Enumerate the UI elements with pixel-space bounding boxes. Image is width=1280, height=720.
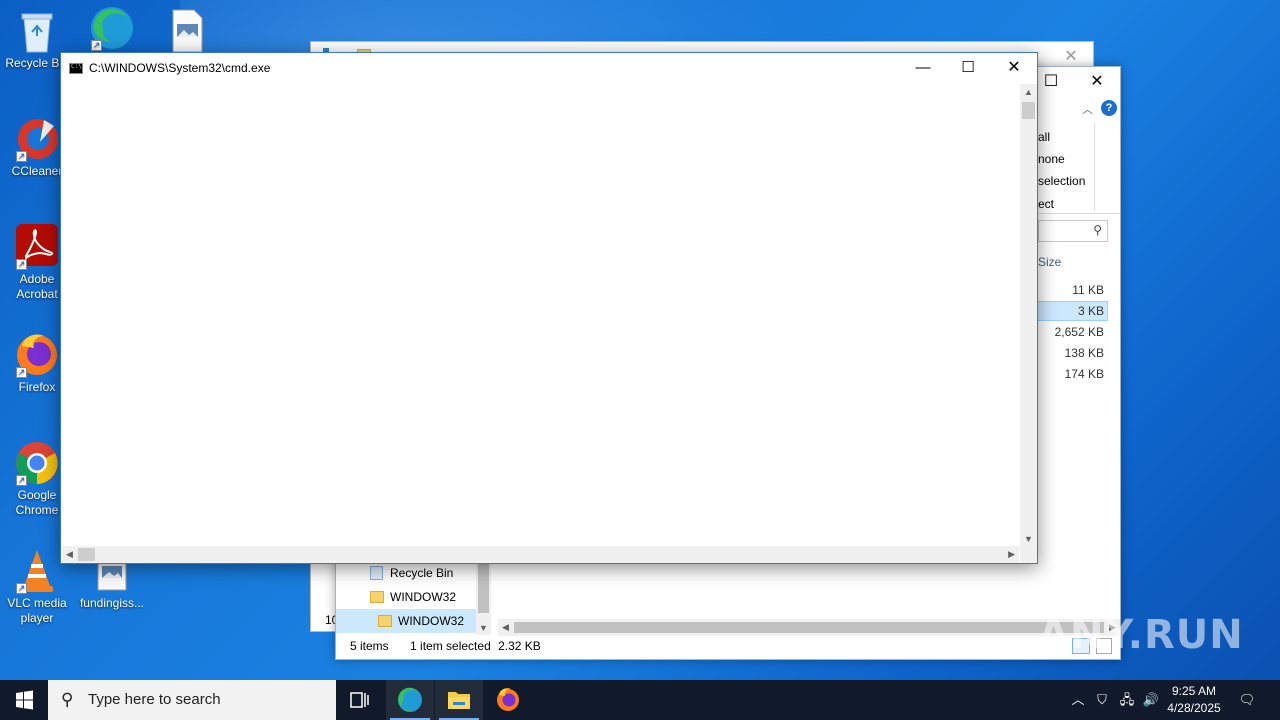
desktop-icon-image-file[interactable] xyxy=(150,8,224,56)
maximize-button[interactable]: ☐ xyxy=(945,53,991,84)
ribbon-collapse-chevron-icon[interactable]: ︿ xyxy=(1082,101,1093,117)
nav-item-window32[interactable]: WINDOW32 xyxy=(336,585,476,609)
shortcut-arrow-icon: ↗ xyxy=(16,151,27,162)
scroll-down-arrow-icon[interactable]: ▼ xyxy=(1024,534,1033,544)
shortcut-arrow-icon: ↗ xyxy=(91,40,102,51)
cmd-vertical-scrollbar[interactable]: ▲ ▼ xyxy=(1020,84,1037,546)
shortcut-arrow-icon: ↗ xyxy=(16,367,27,378)
cmd-horizontal-scrollbar[interactable]: ◀ ▶ xyxy=(62,546,1019,563)
firefox-icon xyxy=(497,688,519,711)
task-view-button[interactable] xyxy=(336,680,384,720)
scroll-left-arrow-icon[interactable]: ◀ xyxy=(502,622,509,633)
nav-scroll-thumb[interactable] xyxy=(478,561,489,613)
ribbon-divider xyxy=(1094,123,1095,211)
cmd-title-bar[interactable]: C:\WINDOWS\System32\cmd.exe — ☐ ✕ xyxy=(61,53,1037,84)
desktop-icon-funding-file[interactable]: fundingiss... xyxy=(75,556,149,611)
desktop-icon-label: VLC media player xyxy=(7,596,67,625)
close-button[interactable]: ✕ xyxy=(991,53,1037,84)
desktop-icon-label: fundingiss... xyxy=(79,596,145,610)
cmd-scroll-corner xyxy=(1020,546,1037,563)
clock-date: 4/28/2025 xyxy=(1167,701,1221,715)
cmd-vscroll-thumb[interactable] xyxy=(1022,102,1035,119)
close-button[interactable]: ✕ xyxy=(1074,67,1120,97)
taskbar-search-box[interactable]: ⚲ Type here to search xyxy=(48,680,336,720)
status-selected-size: 2.32 KB xyxy=(498,639,541,653)
vlc-icon: ↗ xyxy=(14,548,60,594)
nav-pane[interactable]: Recycle Bin WINDOW32 WINDOW32 ▼ xyxy=(336,561,491,635)
ribbon-invert-selection[interactable]: selection xyxy=(1038,174,1085,188)
windows-logo-icon xyxy=(16,690,33,710)
security-tray-icon[interactable]: ⛉ xyxy=(1092,680,1112,720)
scroll-left-arrow-icon[interactable]: ◀ xyxy=(66,549,73,560)
taskbar: ⚲ Type here to search ︿ ⛉ 🖧 🔊 9:25 AM 4/… xyxy=(0,680,1280,720)
recycle-bin-icon xyxy=(14,8,60,54)
show-hidden-icons-chevron-icon[interactable]: ︿ xyxy=(1068,680,1088,720)
notification-center-icon[interactable]: 🗨 xyxy=(1234,680,1260,720)
cmd-app-icon xyxy=(69,63,83,74)
search-box[interactable]: ⚲ xyxy=(1038,220,1108,242)
start-button[interactable] xyxy=(0,680,48,720)
recycle-bin-icon xyxy=(370,566,383,580)
network-icon[interactable]: 🖧 xyxy=(1116,680,1138,720)
volume-icon[interactable]: 🔊 xyxy=(1140,680,1162,720)
ribbon-select-all[interactable]: all xyxy=(1038,130,1050,144)
adobe-acrobat-icon: ↗ xyxy=(14,224,60,270)
taskbar-edge[interactable] xyxy=(386,680,434,720)
nav-item-window32-selected[interactable]: WINDOW32 xyxy=(336,609,476,633)
search-icon: ⚲ xyxy=(61,690,74,709)
nav-item-recycle-bin[interactable]: Recycle Bin xyxy=(336,561,476,585)
folder-icon xyxy=(378,615,392,627)
minimize-button[interactable]: — xyxy=(900,53,946,84)
ccleaner-icon: ↗ xyxy=(14,116,60,162)
file-explorer-icon xyxy=(448,692,470,709)
status-item-count: 5 items xyxy=(350,639,389,653)
clock-time: 9:25 AM xyxy=(1171,684,1217,698)
search-icon: ⚲ xyxy=(1093,223,1102,237)
ribbon-select-none[interactable]: none xyxy=(1038,152,1065,166)
cmd-window[interactable]: C:\WINDOWS\System32\cmd.exe — ☐ ✕ ▲ ▼ ◀ … xyxy=(60,52,1038,564)
firefox-icon: ↗ xyxy=(14,332,60,378)
nav-pane-scrollbar[interactable]: ▼ xyxy=(476,561,491,635)
taskbar-clock[interactable]: 9:25 AM 4/28/2025 xyxy=(1160,683,1228,717)
shortcut-arrow-icon: ↗ xyxy=(16,583,27,594)
chrome-icon: ↗ xyxy=(14,440,60,486)
cmd-console-area[interactable] xyxy=(62,84,1019,546)
content-hscroll-thumb[interactable] xyxy=(514,622,1104,633)
task-view-icon xyxy=(350,692,369,708)
desktop-icon-edge[interactable]: ↗ xyxy=(75,5,149,53)
scroll-down-arrow-icon[interactable]: ▼ xyxy=(479,623,488,633)
column-header-size[interactable]: Size xyxy=(1038,255,1148,269)
ribbon-select[interactable]: ect xyxy=(1038,197,1054,211)
scroll-right-arrow-icon[interactable]: ▶ xyxy=(1008,549,1015,560)
status-bar: 5 items 1 item selected 2.32 KB xyxy=(336,633,1120,659)
edge-icon xyxy=(398,687,422,712)
shortcut-arrow-icon: ↗ xyxy=(16,259,27,270)
help-icon[interactable]: ? xyxy=(1101,100,1117,116)
image-file-icon xyxy=(164,8,210,54)
taskbar-firefox[interactable] xyxy=(484,680,532,720)
shortcut-arrow-icon: ↗ xyxy=(16,475,27,486)
cmd-window-title: C:\WINDOWS\System32\cmd.exe xyxy=(89,61,271,75)
status-selected: 1 item selected xyxy=(410,639,491,653)
folder-icon xyxy=(370,591,384,603)
anyrun-watermark: ANY.RUN xyxy=(1038,612,1244,658)
taskbar-file-explorer[interactable] xyxy=(435,680,483,720)
cmd-hscroll-thumb[interactable] xyxy=(78,548,95,561)
edge-icon: ↗ xyxy=(89,5,135,51)
scroll-up-arrow-icon[interactable]: ▲ xyxy=(1024,87,1033,97)
search-placeholder: Type here to search xyxy=(88,691,221,708)
